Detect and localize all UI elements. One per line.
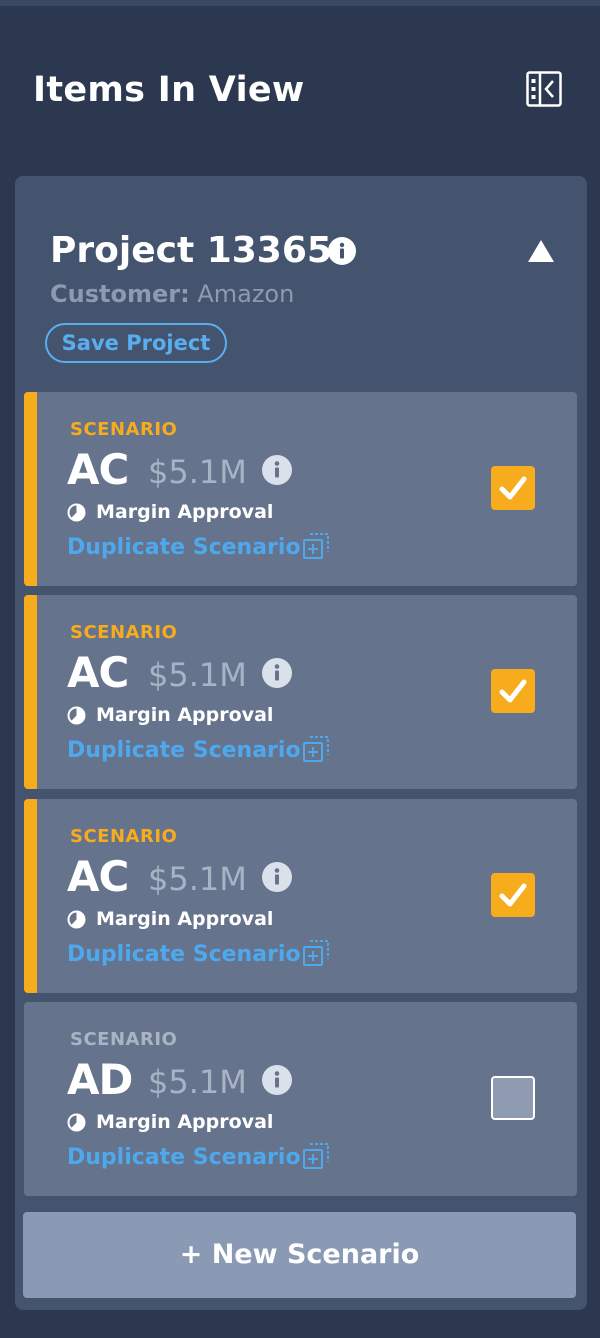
- scenario-checkbox[interactable]: [491, 1076, 535, 1120]
- panel-title: Items In View: [33, 70, 305, 110]
- info-icon[interactable]: [328, 237, 356, 265]
- scenario-amount: $5.1M: [148, 1063, 247, 1101]
- scenario-checkbox[interactable]: [491, 873, 535, 917]
- project-title: Project 13365: [50, 230, 332, 271]
- scenario-name: AC: [67, 852, 129, 901]
- duplicate-icon[interactable]: [302, 939, 330, 967]
- scenario-label: SCENARIO: [70, 419, 178, 440]
- scenario-name: AC: [67, 648, 129, 697]
- pie-chart-icon: [67, 1113, 86, 1132]
- info-icon[interactable]: [262, 455, 292, 485]
- scenario-label: SCENARIO: [70, 826, 178, 847]
- save-project-button[interactable]: Save Project: [45, 323, 227, 363]
- duplicate-icon[interactable]: [302, 735, 330, 763]
- duplicate-scenario-link[interactable]: Duplicate Scenario: [67, 940, 301, 970]
- duplicate-scenario-link[interactable]: Duplicate Scenario: [67, 736, 301, 766]
- scenario-checkbox[interactable]: [491, 466, 535, 510]
- scenario-status: Margin Approval: [96, 908, 274, 930]
- info-icon[interactable]: [262, 1065, 292, 1095]
- scenario-amount: $5.1M: [148, 453, 247, 491]
- duplicate-scenario-link[interactable]: Duplicate Scenario: [67, 1143, 301, 1173]
- scenario-label: SCENARIO: [70, 622, 178, 643]
- pie-chart-icon: [67, 503, 86, 522]
- pie-chart-icon: [67, 910, 86, 929]
- scenario-name: AC: [67, 445, 129, 494]
- collapse-panel-icon[interactable]: [526, 71, 562, 107]
- scenario-status: Margin Approval: [96, 704, 274, 726]
- customer-label: Customer:: [50, 280, 190, 308]
- duplicate-scenario-link[interactable]: Duplicate Scenario: [67, 533, 301, 563]
- duplicate-icon[interactable]: [302, 532, 330, 560]
- scenario-card[interactable]: SCENARIO AC $5.1M Margin Approval Duplic…: [24, 799, 577, 993]
- checkmark-icon: [499, 883, 527, 907]
- info-icon[interactable]: [262, 658, 292, 688]
- scenario-card[interactable]: SCENARIO AD $5.1M Margin Approval Duplic…: [24, 1002, 577, 1196]
- checkmark-icon: [499, 679, 527, 703]
- scenario-card[interactable]: SCENARIO AC $5.1M Margin Approval Duplic…: [24, 595, 577, 789]
- checkmark-icon: [499, 476, 527, 500]
- pie-chart-icon: [67, 706, 86, 725]
- scenario-label: SCENARIO: [70, 1029, 178, 1050]
- scenario-amount: $5.1M: [148, 860, 247, 898]
- scenario-status: Margin Approval: [96, 501, 274, 523]
- scenario-checkbox[interactable]: [491, 669, 535, 713]
- triangle-up-icon[interactable]: [527, 238, 555, 264]
- top-border: [0, 0, 600, 6]
- scenario-amount: $5.1M: [148, 656, 247, 694]
- new-scenario-button[interactable]: + New Scenario: [23, 1212, 576, 1298]
- duplicate-icon[interactable]: [302, 1142, 330, 1170]
- customer-value: Amazon: [197, 280, 295, 308]
- info-icon[interactable]: [262, 862, 292, 892]
- scenario-name: AD: [67, 1055, 133, 1104]
- project-card: Project 13365 Customer: Amazon Save Proj…: [15, 176, 587, 1310]
- customer-line: Customer: Amazon: [50, 278, 294, 310]
- scenario-card[interactable]: SCENARIO AC $5.1M Margin Approval Duplic…: [24, 392, 577, 586]
- scenario-status: Margin Approval: [96, 1111, 274, 1133]
